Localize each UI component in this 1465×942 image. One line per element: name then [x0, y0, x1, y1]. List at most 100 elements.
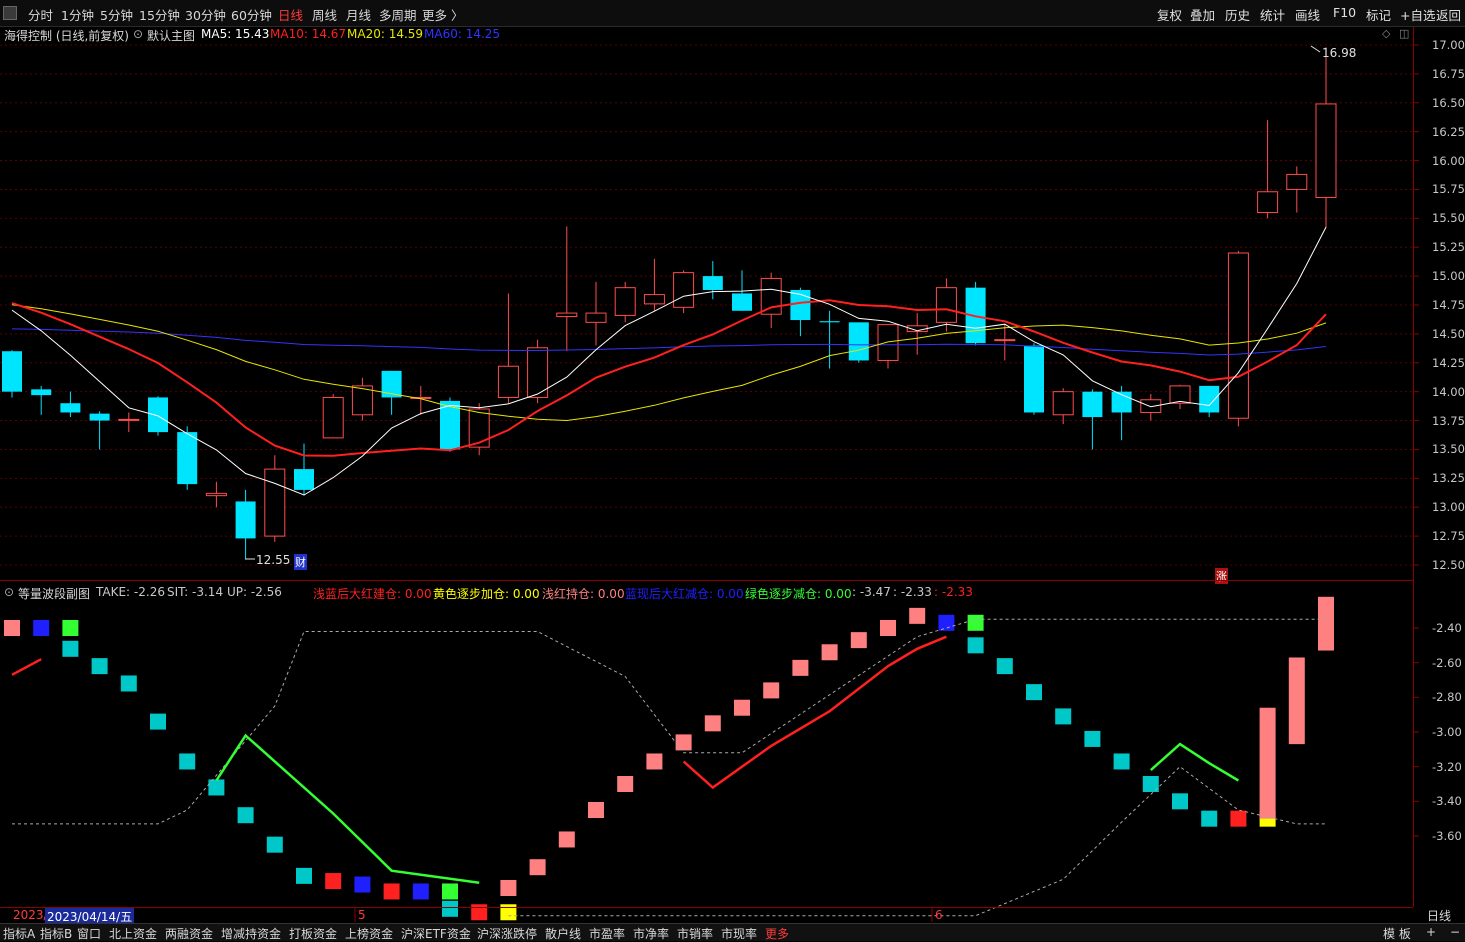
zoom-in-button[interactable]: + — [1426, 925, 1436, 939]
candle-body — [205, 492, 227, 497]
tab-holding-change[interactable]: 增减持资金 — [221, 925, 281, 942]
indicator-block — [237, 807, 254, 824]
candle-body — [556, 312, 578, 318]
tab-ps[interactable]: 市销率 — [677, 925, 713, 942]
indicator-block — [1026, 684, 1042, 701]
indicator-block — [675, 734, 692, 751]
indicator-bar — [1259, 707, 1276, 819]
candle-body — [89, 413, 110, 421]
candle-body — [294, 469, 314, 490]
indicator-block — [4, 620, 20, 636]
up-value: UP: -2.56 — [227, 585, 282, 599]
tab-window[interactable]: 窗口 — [77, 925, 101, 942]
tab-indicator-a[interactable]: 指标A — [3, 925, 35, 942]
candle-body — [2, 351, 22, 392]
candle-body — [1286, 173, 1308, 190]
indicator-block — [938, 614, 955, 631]
candle-body — [60, 403, 81, 413]
indicator-block — [91, 658, 108, 675]
tab-list-capital[interactable]: 上榜资金 — [345, 925, 393, 942]
indicator-block — [1113, 753, 1130, 770]
value-a: : -3.47 — [852, 585, 891, 599]
candle-body — [614, 287, 636, 316]
indicator-block — [62, 620, 79, 636]
indicator-block — [821, 644, 838, 661]
signal-reduce: 蓝现后大红减仓: 0.00 — [625, 587, 744, 601]
tab-indicator-b[interactable]: 指标B — [40, 925, 72, 942]
candle-body — [673, 272, 695, 308]
tab-limit-capital[interactable]: 打板资金 — [289, 925, 337, 942]
candle-body — [468, 408, 490, 448]
candle-body — [585, 312, 607, 323]
tab-etf-capital[interactable]: 沪深ETF资金 — [401, 925, 471, 942]
tab-pb[interactable]: 市净率 — [633, 925, 669, 942]
candle-body — [935, 287, 957, 323]
ma10-line — [11, 299, 1327, 457]
indicator-name[interactable]: 等量波段副图 — [18, 585, 90, 602]
indicator-tick-label: -2.60 — [1432, 655, 1462, 670]
signal-gradual-reduce: 绿色逐步减仓: 0.00 — [745, 587, 852, 601]
indicator-block — [266, 836, 283, 853]
indicator-block — [617, 776, 634, 792]
chart-canvas[interactable] — [0, 0, 1465, 940]
indicator-red-line — [11, 658, 42, 676]
indicator-tick-label: -2.40 — [1432, 621, 1462, 635]
finance-marker[interactable]: 财 — [294, 554, 307, 570]
tab-retail-line[interactable]: 散户线 — [545, 925, 581, 942]
take-value: TAKE: -2.26 — [96, 585, 165, 599]
tab-northbound[interactable]: 北上资金 — [109, 925, 157, 942]
indicator-block — [529, 859, 546, 876]
indicator-block — [442, 883, 458, 900]
indicator-block — [1084, 730, 1101, 747]
period-indicator[interactable]: 日线 — [1427, 907, 1451, 924]
candle-body — [1257, 191, 1279, 214]
indicator-block — [33, 620, 50, 636]
indicator-block — [996, 658, 1013, 675]
candle-body — [1140, 399, 1162, 413]
candle-body — [1315, 103, 1337, 199]
month-5-label: 5 — [358, 908, 366, 922]
sit-value: SIT: -3.14 — [167, 585, 224, 599]
candle-body — [497, 365, 519, 398]
date-start-label: 2023/ — [13, 908, 48, 922]
indicator-block — [150, 713, 166, 730]
indicator-toggle-icon[interactable]: ⊙ — [4, 585, 14, 599]
zoom-out-button[interactable]: − — [1450, 925, 1460, 939]
limit-up-marker[interactable]: 涨 — [1215, 568, 1228, 584]
candle-body — [177, 432, 198, 485]
indicator-block — [296, 867, 312, 884]
indicator-block — [1172, 793, 1188, 810]
indicator-block — [412, 883, 429, 900]
indicator-block — [588, 802, 604, 818]
candle-body — [1227, 252, 1249, 419]
tab-margin[interactable]: 两融资金 — [165, 925, 213, 942]
candle-body — [118, 418, 140, 421]
ma5-line — [11, 226, 1327, 496]
tab-more[interactable]: 更多 — [765, 925, 789, 942]
indicator-block — [967, 614, 984, 631]
template-button[interactable]: 模 板 — [1383, 925, 1411, 942]
low-price-label: 12.55 — [256, 553, 291, 567]
candle-body — [819, 321, 840, 323]
candle-body — [877, 324, 899, 361]
indicator-block — [325, 873, 342, 890]
candle-body — [702, 276, 723, 290]
candle-body — [760, 277, 782, 315]
candle-body — [994, 339, 1016, 342]
tab-pcf[interactable]: 市现率 — [721, 925, 757, 942]
value-c: : -2.33 — [934, 585, 973, 599]
indicator-block — [734, 699, 750, 716]
candle-body — [148, 397, 168, 433]
candle-body — [235, 501, 256, 539]
indicator-block — [880, 620, 896, 636]
tab-pe[interactable]: 市盈率 — [589, 925, 625, 942]
candle-body — [643, 294, 665, 305]
indicator-block — [383, 883, 400, 900]
tab-limit-up-down[interactable]: 沪深涨跌停 — [477, 925, 537, 942]
indicator-block — [500, 880, 517, 896]
indicator-block — [646, 753, 663, 770]
indicator-green-line — [1149, 742, 1240, 782]
indicator-tick-label: -3.40 — [1432, 794, 1462, 809]
candle-body — [732, 293, 752, 311]
date-axis: 2023/ 2023/04/14/五 5 6 — [0, 907, 1413, 925]
